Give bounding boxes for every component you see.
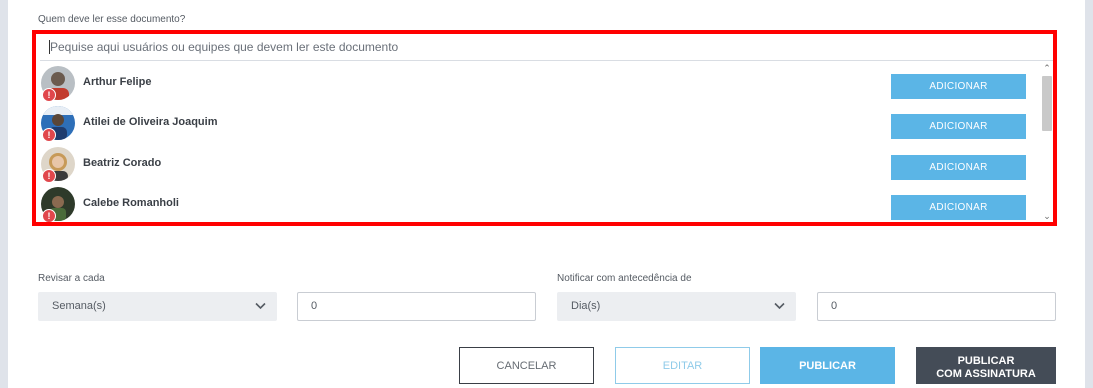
edit-button[interactable]: EDITAR [615,347,750,384]
review-label: Revisar a cada [38,273,105,284]
notify-unit-select[interactable]: Dia(s) [557,292,796,321]
notify-unit-value: Dia(s) [571,300,601,312]
review-unit-select[interactable]: Semana(s) [38,292,277,321]
publish-sign-line1: PUBLICAR [957,354,1015,367]
review-amount-input[interactable]: 0 [297,292,536,321]
publish-with-signature-button[interactable]: PUBLICAR COM ASSINATURA [916,347,1056,384]
review-unit-value: Semana(s) [52,300,106,312]
readers-label: Quem deve ler esse documento? [38,14,186,25]
cancel-button[interactable]: CANCELAR [459,347,594,384]
publish-sign-line2: COM ASSINATURA [936,367,1036,380]
chevron-down-icon [774,302,785,310]
highlight-box [32,30,1057,226]
chevron-down-icon [255,302,266,310]
notify-amount-input[interactable]: 0 [817,292,1056,321]
publish-button[interactable]: PUBLICAR [760,347,895,384]
notify-label: Notificar com antecedência de [557,273,692,284]
